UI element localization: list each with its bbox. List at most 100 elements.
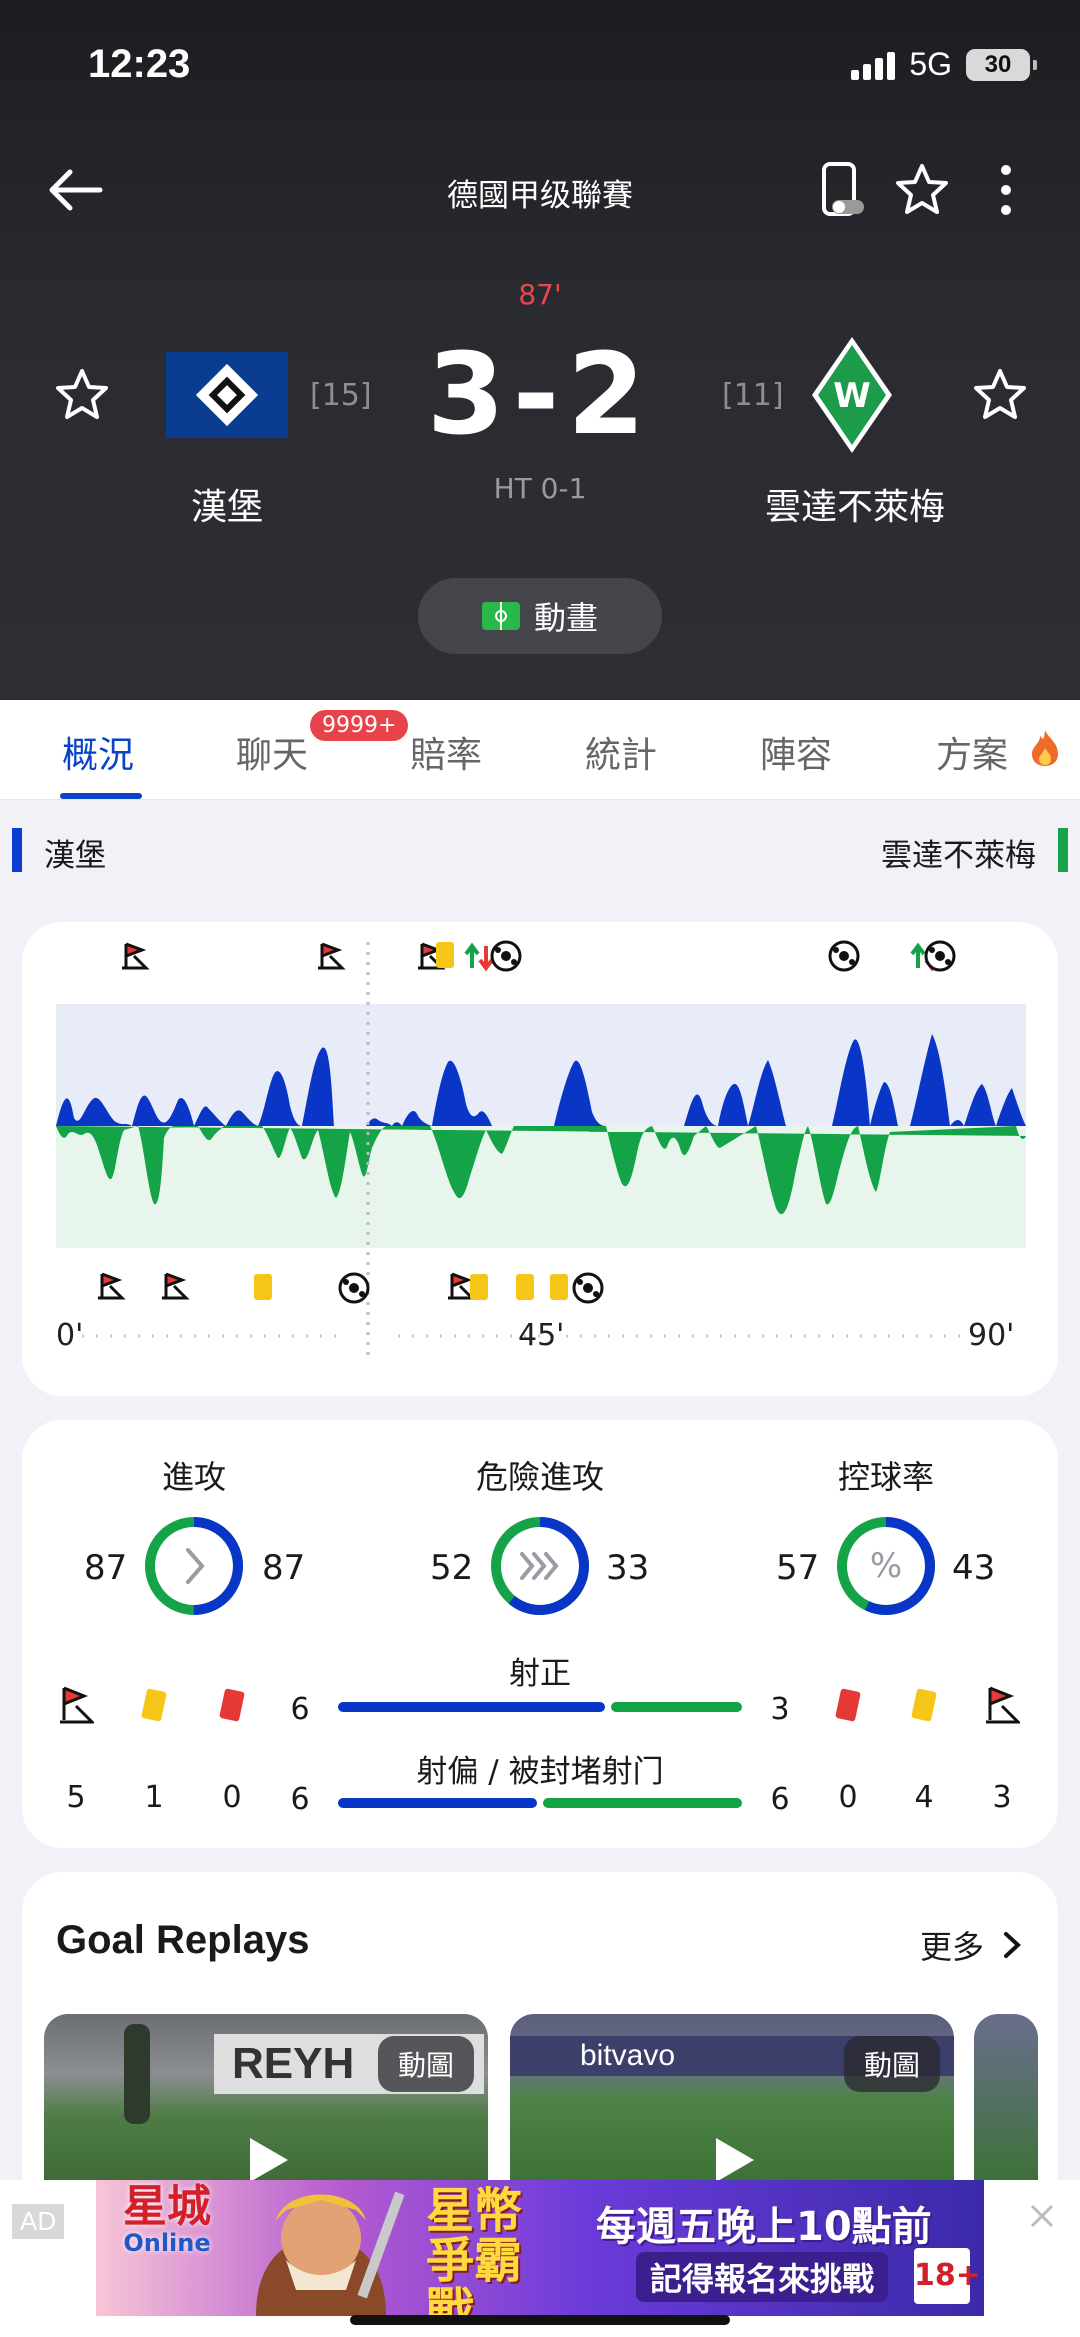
animation-button[interactable]: 動畫	[418, 578, 662, 654]
away-event-corner	[162, 1272, 190, 1300]
away-favorite-star-icon[interactable]	[970, 365, 1030, 425]
replays-title: Goal Replays	[56, 1918, 310, 1962]
ad-logo-sub: Online	[123, 2229, 211, 2257]
attack-home-value: 87	[84, 1548, 128, 1588]
away-event-yellow-card	[516, 1274, 534, 1300]
tab-stats[interactable]: 統計	[585, 726, 657, 778]
dangerous-attack-away-value: 33	[606, 1548, 650, 1588]
possession-ring: %	[837, 1517, 935, 1615]
play-icon	[250, 2138, 288, 2182]
shots-off-home: 6	[290, 1782, 310, 1817]
more-menu-icon[interactable]	[976, 160, 1036, 220]
home-event-substitution	[464, 942, 494, 972]
possession-home-value: 57	[776, 1548, 820, 1588]
status-icons: 5G 30	[851, 46, 1037, 83]
replay-tag: 動圖	[377, 2036, 474, 2092]
shots-on-target-away-bar	[611, 1702, 742, 1712]
dangerous-attack-ring	[491, 1517, 589, 1615]
tab-plans[interactable]: 方案	[936, 726, 1008, 778]
active-tab-indicator	[60, 793, 142, 799]
chevron-right-icon	[1004, 1932, 1021, 1958]
shots-off-away-bar	[543, 1798, 742, 1808]
attack-ring	[145, 1517, 243, 1615]
away-event-yellow-card	[470, 1274, 488, 1300]
axis-end-label: 90'	[968, 1318, 1015, 1353]
match-score: 3-2	[426, 330, 654, 460]
home-team-name[interactable]: 漢堡	[127, 478, 327, 530]
away-event-goal	[338, 1272, 370, 1304]
home-event-goal	[828, 940, 860, 972]
signal-icon	[851, 50, 896, 80]
home-favorite-star-icon[interactable]	[52, 365, 112, 425]
chevron-right-icon	[186, 1548, 205, 1584]
nav-bar: 德國甲级聯賽	[0, 150, 1080, 230]
replay-thumbnail[interactable]: bitvavo 動圖	[510, 2014, 954, 2184]
home-yellow-card-icon	[141, 1688, 167, 1722]
home-event-goal	[924, 940, 956, 972]
hsv-diamond-icon	[195, 363, 259, 427]
home-red-card-icon	[219, 1688, 245, 1722]
tab-lineup[interactable]: 陣容	[760, 726, 832, 778]
shots-on-target-home: 6	[290, 1692, 310, 1727]
away-team-label: 雲達不萊梅	[881, 838, 1036, 874]
home-team-logo[interactable]	[166, 352, 288, 438]
shots-off-away: 6	[770, 1782, 790, 1817]
away-yellow-card-icon	[911, 1688, 937, 1722]
age-rating-badge: 18+	[914, 2248, 981, 2304]
play-icon	[716, 2138, 754, 2182]
fire-icon	[1032, 730, 1058, 766]
favorite-star-icon[interactable]	[892, 160, 952, 220]
home-event-corner	[122, 942, 150, 970]
away-team-name[interactable]: 雲達不萊梅	[740, 478, 970, 530]
tab-odds[interactable]: 賠率	[410, 726, 482, 778]
replay-thumbnail[interactable]: REYH 動圖	[44, 2014, 488, 2184]
ad-logo: 星城 Online	[112, 2181, 222, 2257]
shots-on-target-home-bar	[338, 1702, 605, 1712]
phone-toggle-icon[interactable]	[810, 160, 870, 220]
home-event-goal	[490, 940, 522, 972]
home-color-bar	[12, 828, 22, 872]
shots-off-home-bar	[338, 1798, 537, 1808]
network-type: 5G	[909, 46, 952, 82]
more-link[interactable]: 更多	[920, 1922, 1022, 1968]
home-indicator[interactable]	[350, 2315, 730, 2325]
tab-overview[interactable]: 概況	[62, 726, 134, 778]
away-team-logo[interactable]: W	[810, 335, 894, 455]
attack-away-value: 87	[262, 1548, 306, 1588]
status-time: 12:23	[88, 42, 191, 86]
tab-bar: 概況 聊天 賠率 統計 陣容 方案	[0, 700, 1080, 800]
home-event-corner	[318, 942, 346, 970]
shots-off-label: 射偏 / 被封堵射门	[416, 1754, 664, 1790]
ad-logo-text: 星城	[123, 2181, 211, 2232]
away-event-corner	[448, 1272, 476, 1300]
axis-start-label: 0'	[56, 1318, 84, 1353]
ad-headline: 每週五晚上10點前	[596, 2204, 932, 2250]
away-event-yellow-card	[550, 1274, 568, 1300]
player-figure	[124, 2024, 150, 2124]
more-label: 更多	[919, 1928, 984, 1966]
away-event-corner	[98, 1272, 126, 1300]
ad-brand: 星幣爭霸戰	[426, 2183, 523, 2316]
tab-chat[interactable]: 聊天	[236, 726, 308, 778]
away-event-yellow-card	[254, 1274, 272, 1300]
pitch-icon	[481, 602, 520, 630]
ad-character-image	[256, 2191, 405, 2316]
match-header: 12:23 5G 30 德國甲级聯賽 87' 3-2 HT 0-1 [15] […	[0, 0, 1080, 700]
attack-title: 進攻	[161, 1458, 226, 1496]
ad-tag: AD	[12, 2204, 65, 2239]
ad-banner[interactable]: 星城 Online 星幣爭霸戰 每週五晚上10點前 記得報名來挑戰 18+	[96, 2180, 984, 2316]
shots-on-target-label: 射正	[509, 1656, 571, 1692]
dangerous-attack-title: 危險進攻	[475, 1458, 604, 1496]
svg-text:W: W	[833, 376, 871, 416]
close-icon[interactable]	[1026, 2200, 1058, 2232]
chat-badge: 9999+	[310, 710, 409, 741]
shots-on-target-away: 3	[770, 1692, 790, 1727]
home-rank: [15]	[310, 378, 372, 413]
away-rank: [11]	[722, 378, 784, 413]
away-event-goal	[572, 1272, 604, 1304]
home-event-yellow-card	[436, 942, 454, 968]
replay-thumbnail[interactable]	[974, 2014, 1038, 2184]
match-minute: 87'	[518, 278, 562, 311]
percent-icon: %	[870, 1546, 902, 1586]
animation-label: 動畫	[533, 599, 598, 637]
